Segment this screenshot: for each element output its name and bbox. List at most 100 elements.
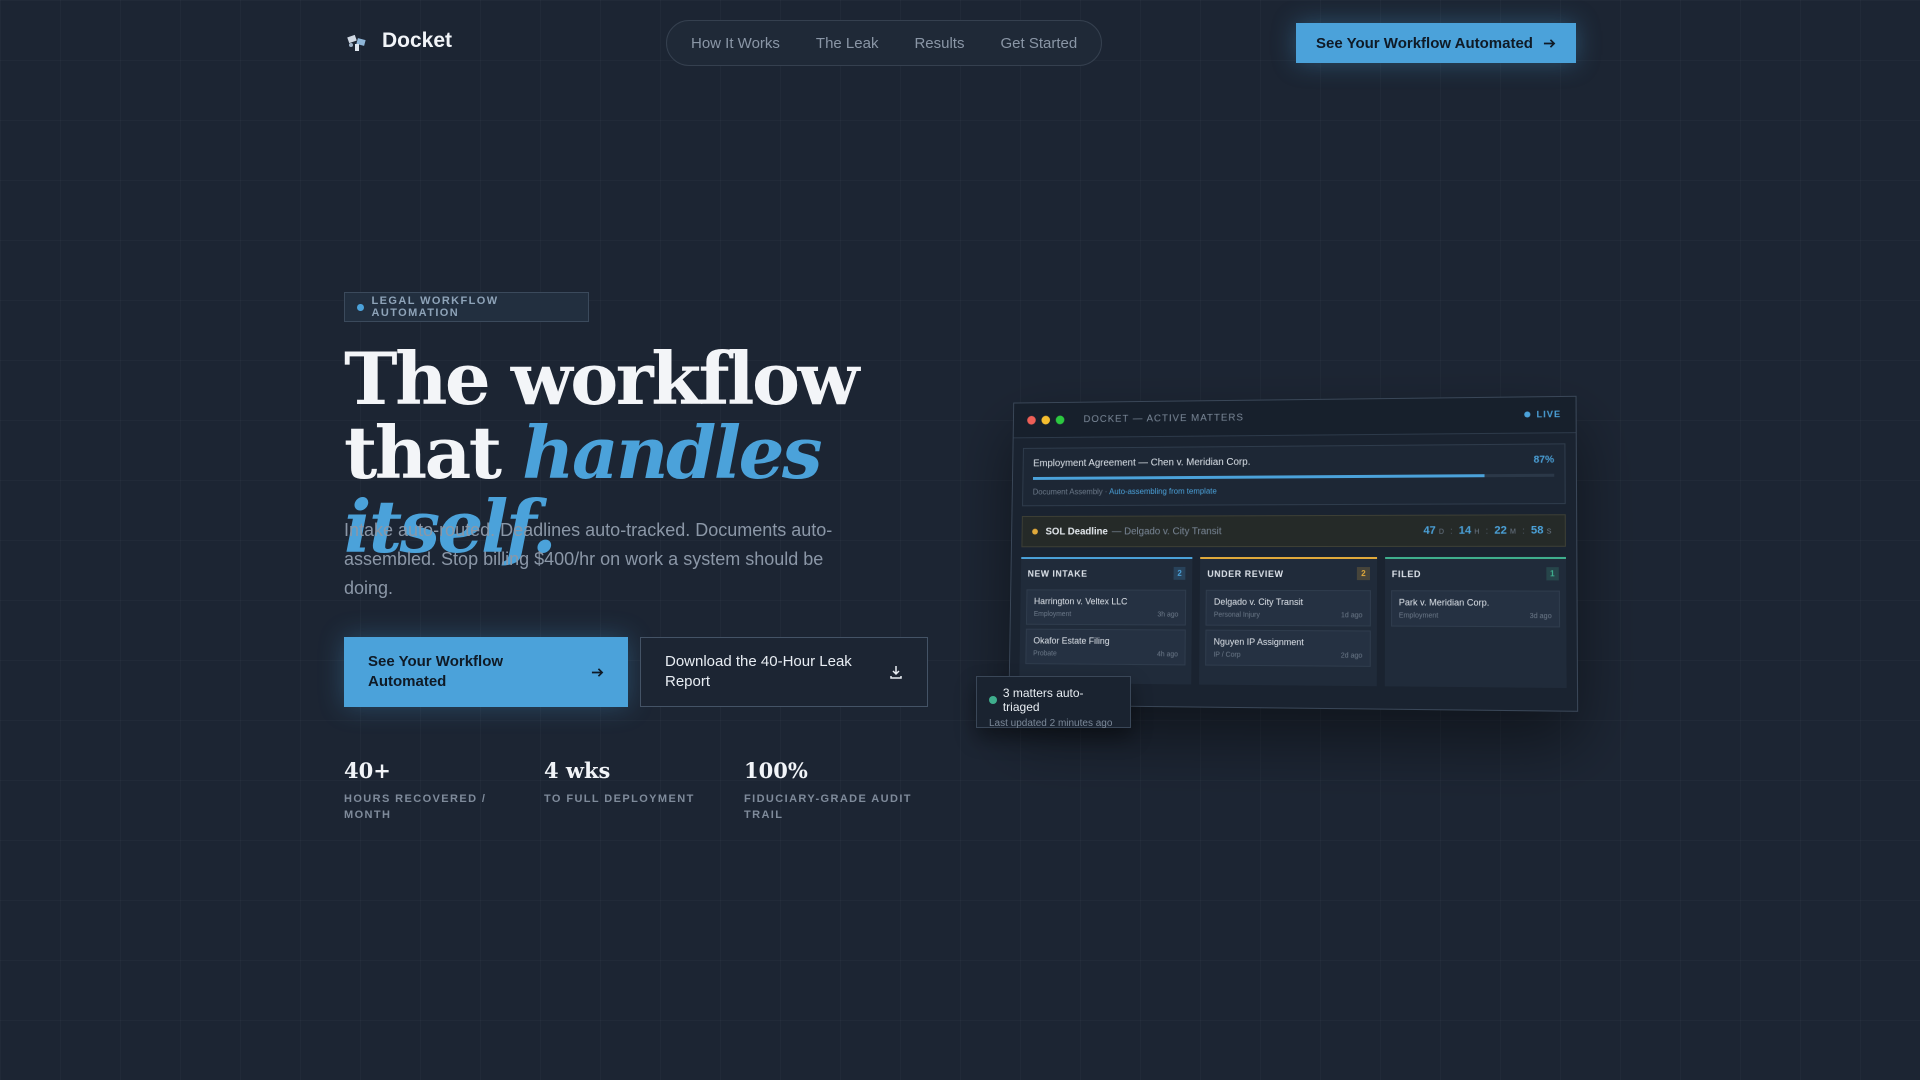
matter-card[interactable]: Nguyen IP Assignment IP / Corp 2d ago xyxy=(1205,629,1371,667)
nav-link-how-it-works[interactable]: How It Works xyxy=(691,35,780,52)
document-percent: 87% xyxy=(1533,454,1555,466)
column-title: UNDER REVIEW xyxy=(1207,568,1284,579)
timer-hours: 14 xyxy=(1458,524,1472,537)
download-report-button[interactable]: Download the 40-Hour Leak Report xyxy=(640,637,928,707)
auto-triage-toast: 3 matters auto-triaged Last updated 2 mi… xyxy=(976,676,1131,729)
matter-name: Harrington v. Veltex LLC xyxy=(1033,596,1128,607)
timer-seconds-unit: S xyxy=(1546,528,1552,536)
sol-case: — Delgado v. City Transit xyxy=(1111,525,1222,537)
warning-dot xyxy=(1032,528,1038,535)
nav-cta-label: See Your Workflow Automated xyxy=(1316,34,1533,52)
timer-separator: : xyxy=(1450,525,1453,536)
window-title: DOCKET — ACTIVE MATTERS xyxy=(1083,412,1244,426)
column-title: NEW INTAKE xyxy=(1027,568,1088,579)
headline-line-2-plain: that xyxy=(344,410,523,495)
nav-cta-button[interactable]: See Your Workflow Automated xyxy=(1296,23,1576,63)
countdown-timer: 47 D : 14 H : 22 M : 58 S xyxy=(1423,524,1554,536)
toast-title: 3 matters auto-triaged xyxy=(1002,686,1084,714)
stat-label: FIDUCIARY-GRADE AUDIT TRAIL xyxy=(744,793,912,821)
matter-card[interactable]: Park v. Meridian Corp. Employment 3d ago xyxy=(1390,590,1561,628)
stat-deployment: 4 wks TO FULL DEPLOYMENT xyxy=(544,758,744,823)
timer-days: 47 xyxy=(1423,524,1436,537)
column-count: 2 xyxy=(1357,567,1370,581)
document-assembly-card: Employment Agreement — Chen v. Meridian … xyxy=(1022,443,1566,507)
nav-link-the-leak[interactable]: The Leak xyxy=(816,35,879,52)
matter-name: Nguyen IP Assignment xyxy=(1213,636,1304,648)
hero-subhead: Intake auto-routed. Deadlines auto-track… xyxy=(344,520,833,598)
timer-separator: : xyxy=(1522,525,1525,536)
matter-name: Okafor Estate Filing xyxy=(1033,635,1110,646)
primary-cta-button[interactable]: See Your Workflow Automated xyxy=(344,637,628,707)
nav-menu: How It Works The Leak Results Get Starte… xyxy=(666,20,1103,66)
timer-separator: : xyxy=(1485,525,1489,536)
stat-hours: 40+ HOURS RECOVERED / MONTH xyxy=(344,758,544,823)
document-stage: Document Assembly xyxy=(1032,487,1103,497)
status-separator: · xyxy=(1104,487,1108,497)
timer-minutes-unit: M xyxy=(1509,528,1516,536)
matter-card[interactable]: Okafor Estate Filing Probate 4h ago xyxy=(1025,628,1187,666)
matter-name: Delgado v. City Transit xyxy=(1213,596,1303,608)
document-status: Auto-assembling from template xyxy=(1109,486,1217,497)
close-dot xyxy=(1027,415,1036,425)
timer-days-unit: D xyxy=(1438,528,1444,536)
brand-logo[interactable]: Docket xyxy=(344,28,452,54)
arrow-right-icon xyxy=(1543,38,1556,48)
column-under-review: UNDER REVIEW 2 Delgado v. City Transit P… xyxy=(1199,556,1377,687)
matter-time: 3d ago xyxy=(1529,612,1552,621)
progress-fill xyxy=(1032,474,1485,480)
matter-time: 3h ago xyxy=(1157,611,1179,619)
minimize-dot xyxy=(1041,415,1051,425)
kanban-board: NEW INTAKE 2 Harrington v. Veltex LLC Em… xyxy=(1019,556,1567,689)
stat-value: 4 wks xyxy=(544,758,611,783)
arrow-right-icon xyxy=(591,667,604,677)
dashboard-window: DOCKET — ACTIVE MATTERS LIVE Employment … xyxy=(1008,395,1579,712)
scales-icon xyxy=(347,34,366,51)
brand-name: Docket xyxy=(382,29,453,52)
column-header: FILED 1 xyxy=(1385,559,1566,587)
matter-time: 2d ago xyxy=(1340,652,1363,660)
matter-time: 4h ago xyxy=(1157,651,1179,659)
timer-hours-unit: H xyxy=(1474,528,1480,536)
stat-label: TO FULL DEPLOYMENT xyxy=(544,793,695,805)
matter-name: Park v. Meridian Corp. xyxy=(1398,597,1490,608)
stat-value: 40+ xyxy=(344,758,391,783)
primary-cta-label: See Your Workflow Automated xyxy=(368,653,504,690)
sol-title: SOL Deadline xyxy=(1045,526,1108,537)
maximize-dot xyxy=(1055,415,1065,425)
column-count: 2 xyxy=(1173,566,1186,580)
live-indicator: LIVE xyxy=(1524,409,1561,419)
column-header: NEW INTAKE 2 xyxy=(1021,559,1193,586)
window-titlebar: DOCKET — ACTIVE MATTERS LIVE xyxy=(1013,396,1576,439)
stat-label: HOURS RECOVERED / MONTH xyxy=(344,793,487,821)
category-badge: LEGAL WORKFLOW AUTOMATION xyxy=(344,292,589,322)
column-count: 1 xyxy=(1545,567,1559,581)
document-status-line: Document Assembly · Auto-assembling from… xyxy=(1033,485,1555,497)
column-title: FILED xyxy=(1391,568,1422,579)
toast-subtitle: Last updated 2 minutes ago xyxy=(989,718,1113,729)
timer-seconds: 58 xyxy=(1530,524,1544,537)
download-report-label: Download the 40-Hour Leak Report xyxy=(665,653,852,690)
headline-line-1: The workflow xyxy=(344,336,859,421)
download-icon xyxy=(890,666,902,679)
matter-time: 1d ago xyxy=(1340,612,1363,620)
nav-link-results[interactable]: Results xyxy=(914,35,964,52)
column-header: UNDER REVIEW 2 xyxy=(1200,559,1376,586)
success-dot xyxy=(989,696,997,704)
live-dot xyxy=(1524,411,1531,418)
column-filed: FILED 1 Park v. Meridian Corp. Employmen… xyxy=(1384,556,1567,689)
live-label: LIVE xyxy=(1536,409,1562,420)
stat-value: 100% xyxy=(744,758,808,783)
stats-row: 40+ HOURS RECOVERED / MONTH 4 wks TO FUL… xyxy=(344,758,944,823)
nav-link-get-started[interactable]: Get Started xyxy=(1000,35,1077,52)
stat-audit: 100% FIDUCIARY-GRADE AUDIT TRAIL xyxy=(744,758,944,823)
top-nav: Docket How It Works The Leak Results Get… xyxy=(0,0,1920,86)
progress-track xyxy=(1032,473,1555,480)
toast-header: 3 matters auto-triaged xyxy=(989,686,1118,714)
matter-card[interactable]: Harrington v. Veltex LLC Employment 3h a… xyxy=(1025,589,1187,626)
column-new-intake: NEW INTAKE 2 Harrington v. Veltex LLC Em… xyxy=(1019,557,1193,685)
badge-label: LEGAL WORKFLOW AUTOMATION xyxy=(371,295,499,319)
document-name: Employment Agreement — Chen v. Meridian … xyxy=(1033,456,1251,470)
matter-card[interactable]: Delgado v. City Transit Personal Injury … xyxy=(1205,589,1371,627)
timer-minutes: 22 xyxy=(1494,524,1507,537)
badge-dot xyxy=(357,303,364,311)
